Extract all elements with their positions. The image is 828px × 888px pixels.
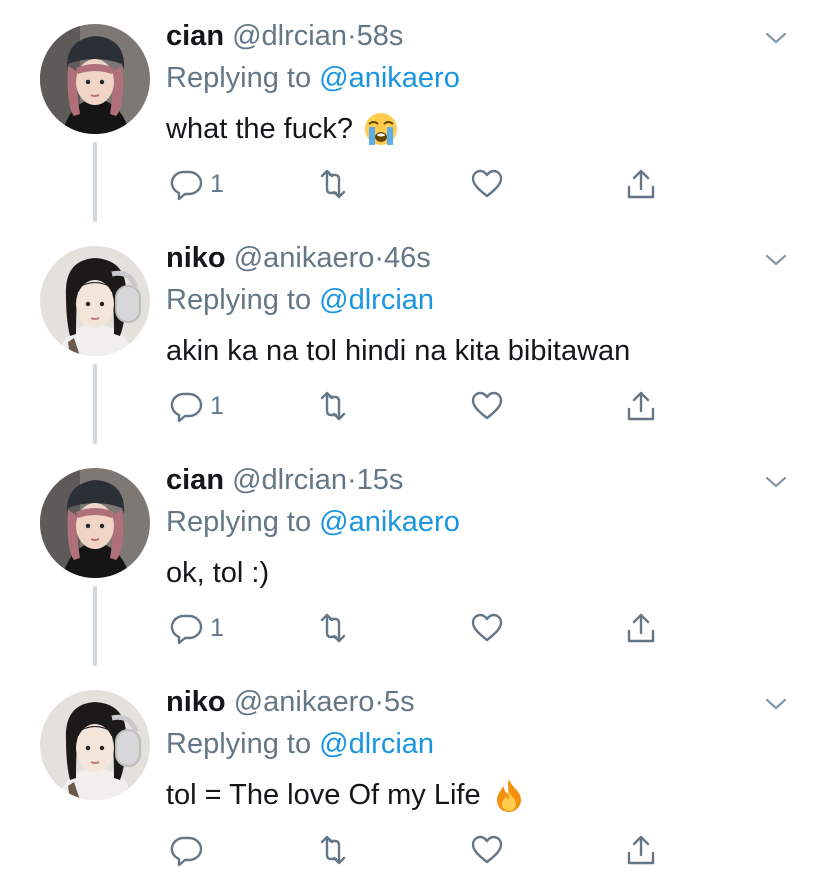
reply-button[interactable]: 1: [170, 608, 224, 648]
display-name[interactable]: niko: [166, 686, 226, 718]
share-button[interactable]: [624, 386, 658, 426]
replying-prefix: Replying to: [166, 62, 312, 94]
heart-icon: [471, 613, 503, 642]
tweet-text-content: akin ka na tol hindi na kita bibitawan: [166, 335, 631, 367]
tweet-header: cian @dlrcian·15s: [166, 462, 403, 498]
reply-count: 1: [210, 613, 224, 642]
fire-icon: [496, 779, 521, 812]
replying-to: Replying to @dlrcian: [166, 726, 434, 762]
tweet-text-content: what the fuck?: [166, 113, 353, 145]
timestamp[interactable]: 5s: [384, 686, 415, 718]
retweet-button[interactable]: [316, 386, 350, 426]
tweet-header: cian @dlrcian·58s: [166, 18, 403, 54]
mention-link[interactable]: @dlrcian: [319, 284, 434, 316]
like-button[interactable]: [470, 386, 504, 426]
reply-button[interactable]: 1: [170, 386, 224, 426]
display-name[interactable]: cian: [166, 464, 224, 496]
tweet[interactable]: cian @dlrcian·58s Replying to @anikaero …: [0, 0, 828, 222]
replying-to: Replying to @dlrcian: [166, 282, 434, 318]
tweet-actions: 1: [0, 164, 828, 204]
separator-dot: ·: [374, 686, 385, 718]
timestamp[interactable]: 58s: [357, 20, 404, 52]
chevron-down-icon[interactable]: [762, 468, 790, 496]
replying-to: Replying to @anikaero: [166, 504, 460, 540]
reply-count: 1: [210, 169, 224, 198]
share-icon: [627, 613, 655, 643]
replying-prefix: Replying to: [166, 728, 312, 760]
separator-dot: ·: [346, 20, 357, 52]
avatar[interactable]: [40, 468, 150, 578]
like-button[interactable]: [470, 830, 504, 870]
reply-button[interactable]: 1: [170, 164, 224, 204]
tweet-header: niko @anikaero·5s: [166, 684, 415, 720]
replying-prefix: Replying to: [166, 506, 312, 538]
retweet-button[interactable]: [316, 164, 350, 204]
tweet-header: niko @anikaero·46s: [166, 240, 431, 276]
heart-icon: [471, 169, 503, 198]
display-name[interactable]: niko: [166, 242, 226, 274]
chevron-down-icon[interactable]: [762, 24, 790, 52]
replying-to: Replying to @anikaero: [166, 60, 460, 96]
chevron-down-icon[interactable]: [762, 246, 790, 274]
retweet-icon: [320, 613, 346, 643]
heart-icon: [471, 391, 503, 420]
tweet-actions: 1: [0, 386, 828, 426]
loudly-crying-face-icon: [365, 113, 397, 145]
retweet-button[interactable]: [316, 608, 350, 648]
retweet-icon: [320, 169, 346, 199]
replying-prefix: Replying to: [166, 284, 312, 316]
like-button[interactable]: [470, 608, 504, 648]
avatar[interactable]: [40, 246, 150, 356]
heart-icon: [471, 835, 503, 864]
share-button[interactable]: [624, 164, 658, 204]
tweet[interactable]: niko @anikaero·46s Replying to @dlrcian …: [0, 222, 828, 444]
chevron-down-icon[interactable]: [762, 690, 790, 718]
user-handle[interactable]: @dlrcian: [232, 20, 347, 52]
avatar[interactable]: [40, 24, 150, 134]
separator-dot: ·: [374, 242, 385, 274]
share-button[interactable]: [624, 830, 658, 870]
timestamp[interactable]: 46s: [384, 242, 431, 274]
tweet-text-content: tol = The love Of my Life: [166, 779, 481, 811]
tweet-text-content: ok, tol :): [166, 557, 270, 589]
share-button[interactable]: [624, 608, 658, 648]
tweet-text: what the fuck?: [166, 111, 399, 147]
share-icon: [627, 169, 655, 199]
user-handle[interactable]: @anikaero: [234, 242, 375, 274]
timestamp[interactable]: 15s: [357, 464, 404, 496]
reply-icon: [170, 836, 203, 867]
retweet-icon: [320, 391, 346, 421]
reply-icon: [170, 614, 203, 645]
tweet-text: tol = The love Of my Life: [166, 777, 527, 813]
reply-icon: [170, 392, 203, 423]
like-button[interactable]: [470, 164, 504, 204]
tweet-text: akin ka na tol hindi na kita bibitawan: [166, 333, 630, 369]
retweet-icon: [320, 835, 346, 865]
retweet-button[interactable]: [316, 830, 350, 870]
user-handle[interactable]: @dlrcian: [232, 464, 347, 496]
mention-link[interactable]: @anikaero: [319, 506, 460, 538]
reply-button[interactable]: [170, 830, 210, 870]
avatar[interactable]: [40, 690, 150, 800]
tweet-actions: 1: [0, 608, 828, 648]
share-icon: [627, 835, 655, 865]
share-icon: [627, 391, 655, 421]
reply-count: 1: [210, 391, 224, 420]
mention-link[interactable]: @anikaero: [319, 62, 460, 94]
display-name[interactable]: cian: [166, 20, 224, 52]
tweet[interactable]: niko @anikaero·5s Replying to @dlrcian t…: [0, 666, 828, 888]
tweet[interactable]: cian @dlrcian·15s Replying to @anikaero …: [0, 444, 828, 666]
mention-link[interactable]: @dlrcian: [319, 728, 434, 760]
tweet-actions: [0, 830, 828, 870]
user-handle[interactable]: @anikaero: [234, 686, 375, 718]
tweet-text: ok, tol :): [166, 555, 269, 591]
reply-icon: [170, 170, 203, 201]
separator-dot: ·: [346, 464, 357, 496]
